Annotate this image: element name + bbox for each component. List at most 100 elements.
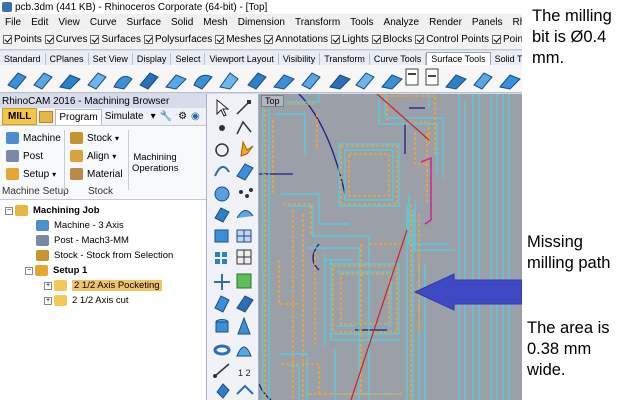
tab-viewport-layout[interactable]: Viewport Layout (205, 53, 279, 65)
surface-tool-icon[interactable] (499, 74, 521, 90)
menu-curve[interactable]: Curve (85, 17, 122, 28)
material-button[interactable]: Material (70, 168, 123, 180)
filter-surfaces[interactable]: Surfaces (90, 34, 141, 45)
torus-icon[interactable] (213, 344, 231, 356)
tab-standard[interactable]: Standard (0, 53, 46, 65)
dimension-icon[interactable] (213, 363, 230, 378)
point-tool-icon[interactable] (219, 125, 225, 131)
menu-surface[interactable]: Surface (122, 17, 166, 28)
tab-cplanes[interactable]: CPlanes (46, 53, 89, 65)
wrench-icon[interactable]: 🔧 (160, 111, 172, 122)
menu-panels[interactable]: Panels (467, 17, 508, 28)
tab-mill[interactable]: MILL (2, 108, 38, 125)
render-icon[interactable] (236, 273, 252, 289)
tab-curve-tools[interactable]: Curve Tools (370, 53, 427, 65)
curve-tool-icon[interactable] (214, 165, 230, 177)
mesh-icon[interactable] (236, 229, 252, 243)
surface-tool-icon[interactable] (355, 72, 375, 90)
mill-module-icon[interactable] (39, 110, 54, 123)
surface-tool-icon[interactable] (33, 72, 53, 90)
menu-edit[interactable]: Edit (26, 17, 53, 28)
machine-button[interactable]: Machine (6, 132, 61, 144)
tree-node-op1[interactable]: +2 1/2 Axis Pocketing (0, 278, 206, 293)
tab-set-view[interactable]: Set View (89, 53, 133, 65)
surface-tool-icon[interactable] (405, 68, 419, 86)
surface-tool-icon[interactable] (329, 74, 351, 90)
loft-icon[interactable] (236, 210, 254, 219)
menu-file[interactable]: File (0, 17, 26, 28)
stock-button[interactable]: Stock ▾ (70, 132, 119, 144)
top-viewport[interactable]: Top (259, 94, 522, 400)
gear-icon[interactable]: ⚙ (178, 111, 187, 122)
select-arrow-icon[interactable] (216, 98, 230, 117)
tree-node-post[interactable]: Post - Mach3-MM (0, 233, 206, 248)
filter-lights[interactable]: Lights (331, 34, 369, 45)
point-cloud-icon[interactable] (239, 188, 253, 198)
surface-tool-icon[interactable] (473, 72, 493, 90)
menu-render[interactable]: Render (424, 17, 467, 28)
filter-annotations[interactable]: Annotations (264, 34, 328, 45)
tree-node-stock[interactable]: Stock - Stock from Selection (0, 248, 206, 263)
tree-node-op2[interactable]: +2 1/2 Axis cut (0, 293, 206, 308)
line-tool-icon[interactable] (236, 100, 251, 115)
dropdown-arrow-icon[interactable]: ▾ (151, 111, 156, 122)
surface-tool-icon[interactable] (273, 74, 295, 90)
text-tool-icon[interactable]: 1 2 (238, 368, 251, 378)
polyline-tool-icon[interactable] (236, 120, 252, 135)
post-button[interactable]: Post (6, 150, 43, 162)
tab-select[interactable]: Select (171, 53, 206, 65)
tab-visibility[interactable]: Visibility (279, 53, 321, 65)
surface-tool-icon[interactable] (381, 74, 403, 90)
explode-icon[interactable] (240, 140, 254, 157)
solid-edit-icon[interactable] (214, 295, 230, 313)
revolve-icon[interactable] (236, 346, 252, 357)
filter-meshes[interactable]: Meshes (215, 34, 261, 45)
collapse-icon[interactable]: − (25, 266, 33, 275)
surface-tool-icon[interactable] (87, 72, 107, 90)
viewport-label[interactable]: Top (261, 95, 284, 107)
move-icon[interactable] (214, 274, 230, 290)
cone-icon[interactable] (237, 316, 251, 335)
grid-icon[interactable] (236, 249, 252, 265)
help-icon[interactable]: ◉ (191, 111, 200, 122)
menu-transform[interactable]: Transform (290, 17, 345, 28)
filter-curves[interactable]: Curves (44, 34, 87, 45)
tree-node-job[interactable]: − Machining Job (0, 203, 206, 218)
array-icon[interactable] (215, 252, 227, 264)
surface-tool-icon[interactable] (59, 74, 81, 90)
menu-tools[interactable]: Tools (345, 17, 378, 28)
box-icon[interactable] (214, 229, 229, 243)
collapse-icon[interactable]: − (5, 206, 13, 215)
surface-tool-icon[interactable] (301, 72, 321, 90)
surface-icon[interactable] (236, 163, 254, 181)
menu-analyze[interactable]: Analyze (379, 17, 425, 28)
tab-program[interactable]: Program (55, 108, 102, 125)
tab-solid-tools[interactable]: Solid T (491, 53, 522, 65)
extrude-icon[interactable] (214, 207, 230, 223)
expand-icon[interactable]: + (44, 296, 52, 305)
menu-mesh[interactable]: Mesh (198, 17, 232, 28)
setup-button[interactable]: Setup ▾ (6, 168, 56, 180)
surface-tool-icon[interactable] (7, 72, 27, 90)
expand-icon[interactable]: + (44, 281, 52, 290)
filter-polysurfaces[interactable]: Polysurfaces (143, 34, 212, 45)
machining-operations-button[interactable]: Machining Operations (132, 152, 178, 174)
boolean-icon[interactable] (236, 295, 254, 313)
tree-node-setup[interactable]: − Setup 1 (0, 263, 206, 278)
surface-tool-icon[interactable] (165, 74, 187, 90)
tab-surface-tools[interactable]: Surface Tools (426, 52, 491, 65)
tree-node-machine[interactable]: Machine - 3 Axis (0, 218, 206, 233)
surface-tool-icon[interactable] (139, 72, 159, 90)
surface-tool-icon[interactable] (193, 74, 213, 90)
surface-tool-icon[interactable] (445, 74, 467, 90)
menu-rhinocam[interactable]: RhinoCAM 20 (508, 17, 523, 28)
tab-simulate[interactable]: Simulate (102, 109, 147, 124)
filter-points[interactable]: Points (3, 34, 42, 45)
layer-icon[interactable] (236, 384, 254, 395)
menu-solid[interactable]: Solid (166, 17, 198, 28)
surface-tool-icon[interactable] (425, 68, 439, 86)
menu-dimension[interactable]: Dimension (233, 17, 290, 28)
surface-tool-icon[interactable] (113, 75, 133, 90)
cylinder-icon[interactable] (215, 319, 229, 333)
sphere-icon[interactable] (214, 186, 230, 202)
